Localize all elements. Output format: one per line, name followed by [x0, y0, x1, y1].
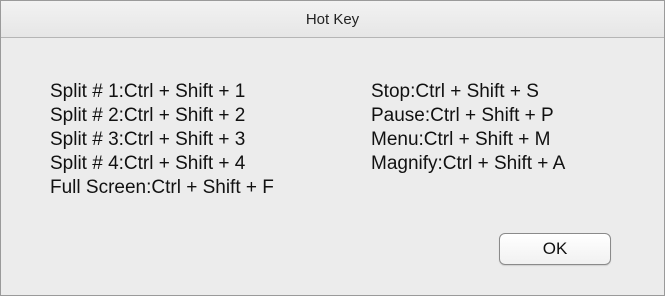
hot-key-dialog: Hot Key Split # 1:Ctrl + Shift + 1 Split… [0, 0, 665, 296]
dialog-title: Hot Key [305, 11, 360, 28]
title-bar[interactable]: Hot Key [1, 1, 664, 38]
shortcut-split-3: Split # 3:Ctrl + Shift + 3 [50, 129, 246, 150]
ok-button[interactable]: OK [499, 233, 611, 265]
shortcut-magnify: Magnify:Ctrl + Shift + A [371, 153, 566, 174]
shortcut-menu: Menu:Ctrl + Shift + M [371, 129, 551, 150]
shortcut-split-1: Split # 1:Ctrl + Shift + 1 [50, 81, 246, 102]
shortcut-pause: Pause:Ctrl + Shift + P [371, 105, 554, 126]
shortcut-split-2: Split # 2:Ctrl + Shift + 2 [50, 105, 246, 126]
shortcut-stop: Stop:Ctrl + Shift + S [371, 81, 539, 102]
shortcut-full-screen: Full Screen:Ctrl + Shift + F [50, 177, 274, 198]
shortcut-split-4: Split # 4:Ctrl + Shift + 4 [50, 153, 246, 174]
